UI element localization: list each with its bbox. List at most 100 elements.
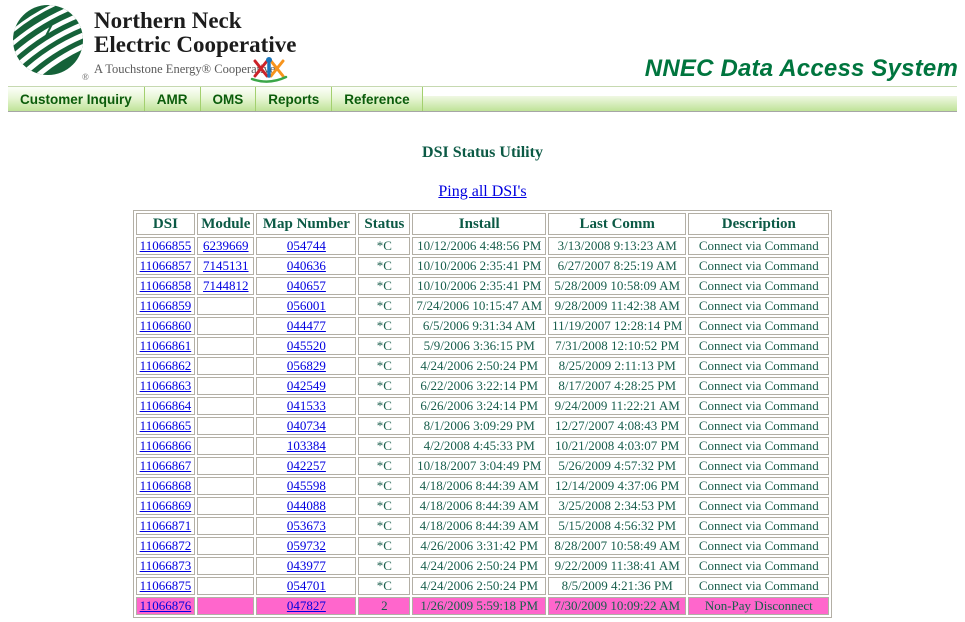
module-link[interactable]: 6239669	[203, 238, 249, 253]
dsi-link[interactable]: 11066858	[140, 278, 192, 293]
table-row: 11066861 045520 *C 5/9/2006 3:36:15 PM 7…	[136, 337, 830, 355]
map-number-link[interactable]: 040734	[287, 418, 326, 433]
page-title: DSI Status Utility	[0, 144, 965, 162]
dsi-link[interactable]: 11066866	[140, 438, 192, 453]
dsi-link[interactable]: 11066869	[140, 498, 192, 513]
dsi-link[interactable]: 11066857	[140, 258, 192, 273]
table-row: 11066862 056829 *C 4/24/2006 2:50:24 PM …	[136, 357, 830, 375]
install-cell: 4/18/2006 8:44:39 AM	[412, 477, 546, 495]
dsi-link[interactable]: 11066867	[140, 458, 192, 473]
install-cell: 6/22/2006 3:22:14 PM	[412, 377, 546, 395]
dsi-link[interactable]: 11066859	[140, 298, 192, 313]
description-cell: Connect via Command	[688, 257, 829, 275]
menu-item-reference[interactable]: Reference	[332, 87, 422, 111]
map-number-link[interactable]: 054744	[287, 238, 326, 253]
map-number-cell: 053673	[256, 517, 356, 535]
table-row: 11066858 7144812 040657 *C 10/10/2006 2:…	[136, 277, 830, 295]
map-number-link[interactable]: 040636	[287, 258, 326, 273]
logo-line1: Northern Neck	[94, 8, 242, 33]
map-number-cell: 054744	[256, 237, 356, 255]
last-comm-cell: 11/19/2007 12:28:14 PM	[548, 317, 686, 335]
map-number-link[interactable]: 044477	[287, 318, 326, 333]
ping-all-dsis-link[interactable]: Ping all DSI's	[438, 183, 526, 200]
map-number-link[interactable]: 047827	[287, 598, 326, 613]
map-number-cell: 042549	[256, 377, 356, 395]
map-number-link[interactable]: 042549	[287, 378, 326, 393]
description-cell: Connect via Command	[688, 437, 829, 455]
menu-item-oms[interactable]: OMS	[201, 87, 257, 111]
map-number-link[interactable]: 041533	[287, 398, 326, 413]
description-cell: Connect via Command	[688, 457, 829, 475]
map-number-link[interactable]: 103384	[287, 438, 326, 453]
map-number-cell: 045520	[256, 337, 356, 355]
dsi-cell: 11066876	[136, 597, 196, 615]
map-number-cell: 047827	[256, 597, 356, 615]
map-number-link[interactable]: 056829	[287, 358, 326, 373]
map-number-link[interactable]: 042257	[287, 458, 326, 473]
module-link[interactable]: 7145131	[203, 258, 249, 273]
install-cell: 1/26/2009 5:59:18 PM	[412, 597, 546, 615]
dsi-link[interactable]: 11066875	[140, 578, 192, 593]
menu-item-customer-inquiry[interactable]: Customer Inquiry	[8, 87, 145, 111]
map-number-link[interactable]: 045598	[287, 478, 326, 493]
dsi-link[interactable]: 11066862	[140, 358, 192, 373]
dsi-link[interactable]: 11066871	[140, 518, 192, 533]
table-row: 11066876 047827 2 1/26/2009 5:59:18 PM 7…	[136, 597, 830, 615]
module-link[interactable]: 7144812	[203, 278, 249, 293]
col-header-install: Install	[412, 213, 546, 235]
map-number-cell: 040636	[256, 257, 356, 275]
module-cell	[197, 477, 254, 495]
map-number-link[interactable]: 045520	[287, 338, 326, 353]
description-cell: Connect via Command	[688, 397, 829, 415]
description-cell: Connect via Command	[688, 497, 829, 515]
dsi-link[interactable]: 11066873	[140, 558, 192, 573]
page-header: ® Northern Neck Electric Cooperative A T…	[0, 0, 965, 86]
map-number-link[interactable]: 044088	[287, 498, 326, 513]
status-cell: *C	[358, 517, 410, 535]
dsi-link[interactable]: 11066860	[140, 318, 192, 333]
table-row: 11066875 054701 *C 4/24/2006 2:50:24 PM …	[136, 577, 830, 595]
map-number-cell: 043977	[256, 557, 356, 575]
install-cell: 10/12/2006 4:48:56 PM	[412, 237, 546, 255]
last-comm-cell: 5/26/2009 4:57:32 PM	[548, 457, 686, 475]
install-cell: 6/26/2006 3:24:14 PM	[412, 397, 546, 415]
map-number-cell: 056829	[256, 357, 356, 375]
table-row: 11066873 043977 *C 4/24/2006 2:50:24 PM …	[136, 557, 830, 575]
map-number-link[interactable]: 043977	[287, 558, 326, 573]
map-number-link[interactable]: 053673	[287, 518, 326, 533]
module-cell	[197, 557, 254, 575]
dsi-link[interactable]: 11066876	[140, 598, 192, 613]
menu-item-amr[interactable]: AMR	[145, 87, 201, 111]
description-cell: Connect via Command	[688, 317, 829, 335]
dsi-link[interactable]: 11066864	[140, 398, 192, 413]
dsi-link[interactable]: 11066865	[140, 418, 192, 433]
map-number-link[interactable]: 054701	[287, 578, 326, 593]
status-cell: *C	[358, 577, 410, 595]
map-number-link[interactable]: 056001	[287, 298, 326, 313]
description-cell: Connect via Command	[688, 377, 829, 395]
last-comm-cell: 8/5/2009 4:21:36 PM	[548, 577, 686, 595]
description-cell: Non-Pay Disconnect	[688, 597, 829, 615]
table-row: 11066867 042257 *C 10/18/2007 3:04:49 PM…	[136, 457, 830, 475]
main-content: DSI Status Utility Ping all DSI's DSI Mo…	[0, 144, 965, 618]
menu-item-reports[interactable]: Reports	[256, 87, 332, 111]
install-cell: 4/24/2006 2:50:24 PM	[412, 357, 546, 375]
module-cell	[197, 517, 254, 535]
menu-bar: Customer Inquiry AMR OMS Reports Referen…	[8, 86, 957, 112]
last-comm-cell: 12/14/2009 4:37:06 PM	[548, 477, 686, 495]
status-cell: *C	[358, 457, 410, 475]
module-cell	[197, 357, 254, 375]
dsi-link[interactable]: 11066872	[140, 538, 192, 553]
description-cell: Connect via Command	[688, 237, 829, 255]
install-cell: 4/18/2006 8:44:39 AM	[412, 497, 546, 515]
map-number-link[interactable]: 059732	[287, 538, 326, 553]
module-cell	[197, 457, 254, 475]
dsi-link[interactable]: 11066868	[140, 478, 192, 493]
dsi-link[interactable]: 11066863	[140, 378, 192, 393]
dsi-link[interactable]: 11066855	[140, 238, 192, 253]
map-number-link[interactable]: 040657	[287, 278, 326, 293]
description-cell: Connect via Command	[688, 357, 829, 375]
dsi-link[interactable]: 11066861	[140, 338, 192, 353]
dsi-cell: 11066863	[136, 377, 196, 395]
table-row: 11066872 059732 *C 4/26/2006 3:31:42 PM …	[136, 537, 830, 555]
